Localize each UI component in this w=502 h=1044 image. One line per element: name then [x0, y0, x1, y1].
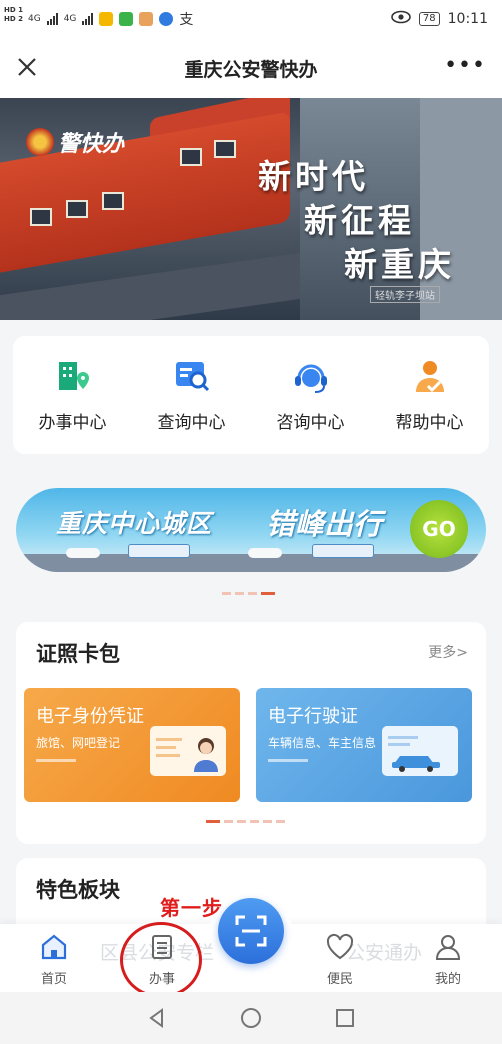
network-label-2: 4G [63, 14, 77, 24]
clock: 10:11 [447, 11, 488, 27]
battery-indicator: 78 [418, 12, 440, 26]
promo-pagination [222, 592, 275, 595]
status-left: 4G 4G 支 [28, 9, 193, 29]
hd-indicator: HD 1 HD 2 [4, 6, 23, 23]
card-title: 电子身份凭证 [36, 706, 144, 727]
card-title: 电子行驶证 [268, 706, 358, 727]
scan-button[interactable] [218, 898, 284, 964]
e-driving-license-card[interactable]: 电子行驶证 车辆信息、车主信息 [256, 688, 472, 802]
promo-text-highlight: 错峰出行 [266, 507, 383, 541]
train-window [66, 200, 88, 218]
card-divider [268, 759, 308, 762]
nav-label: 我的 [434, 972, 461, 987]
vehicle-license-icon [382, 726, 458, 776]
quick-menu: 办事中心 查询中心 咨询中心 帮助中心 [13, 336, 489, 454]
chat-app-icon [119, 12, 134, 26]
building-location-icon [58, 362, 89, 390]
headset-icon [294, 364, 327, 393]
quick-item-service-center[interactable]: 办事中心 [13, 336, 132, 454]
slogan-line: 新重庆 [344, 245, 455, 284]
banner-caption: 轻轨李子坝站 [370, 286, 440, 303]
card-divider [36, 759, 76, 762]
e-id-card[interactable]: 电子身份凭证 旅馆、网吧登记 [24, 688, 240, 802]
train-window [102, 192, 124, 210]
system-nav-bar [0, 992, 502, 1044]
notification-app-icon [99, 12, 114, 26]
train-window [30, 208, 52, 226]
nav-label: 首页 [40, 972, 67, 987]
annotation-circle [120, 922, 202, 998]
promo-text: 重庆中心城区 [56, 509, 213, 538]
quick-item-query-center[interactable]: 查询中心 [132, 336, 251, 454]
section-title: 证照卡包 [36, 642, 120, 666]
quick-item-label: 查询中心 [157, 413, 226, 433]
back-icon[interactable] [146, 1007, 168, 1029]
heart-icon [326, 933, 354, 960]
wallet-pagination [206, 820, 285, 823]
quick-item-help-center[interactable]: 帮助中心 [370, 336, 489, 454]
user-icon [435, 935, 461, 960]
more-link[interactable]: 更多> [428, 642, 468, 662]
nav-item-profile[interactable]: 我的 [418, 932, 478, 987]
signal-icon [46, 13, 58, 25]
help-person-icon [415, 361, 444, 393]
card-wallet-section: 证照卡包 更多> 电子身份凭证 旅馆、网吧登记 电子行驶证 车辆信息、车主信息 [16, 622, 486, 844]
alipay-icon: 支 [179, 12, 194, 28]
scan-icon [235, 915, 267, 947]
app-logo: 警快办 [26, 126, 124, 158]
bottom-nav: 区县公安专栏 公安通办 首页 办事 便民 我的 [0, 890, 502, 992]
quick-item-label: 办事中心 [38, 413, 107, 433]
recents-icon[interactable] [334, 1007, 356, 1029]
nav-item-home[interactable]: 首页 [24, 932, 84, 987]
quick-item-consult-center[interactable]: 咨询中心 [251, 336, 370, 454]
promo-banner[interactable]: 重庆中心城区 错峰出行 GO [16, 488, 486, 572]
nav-label: 便民 [326, 972, 353, 987]
eye-icon [391, 10, 411, 28]
network-label-1: 4G [28, 14, 41, 24]
slogan-line: 新征程 [304, 201, 415, 240]
car-icon [66, 548, 100, 558]
browser-app-icon [159, 12, 174, 26]
train-window [180, 148, 202, 166]
game-app-icon [139, 12, 154, 26]
hero-banner[interactable]: 警快办 新时代 新征程 新重庆 轻轨李子坝站 [0, 98, 502, 320]
id-portrait-icon [150, 726, 226, 776]
quick-item-label: 帮助中心 [395, 413, 464, 433]
nav-item-convenience[interactable]: 便民 [310, 932, 370, 987]
status-bar: HD 1 HD 2 4G 4G 支 78 10:11 [0, 0, 502, 38]
police-badge-icon [26, 128, 54, 156]
annotation-step-label: 第一步 [160, 896, 223, 920]
home-circle-icon[interactable] [239, 1006, 263, 1030]
go-button[interactable]: GO [410, 500, 468, 558]
status-right: 78 10:11 [391, 10, 488, 28]
more-options-icon[interactable]: ••• [444, 55, 486, 77]
page-title: 重庆公安警快办 [184, 58, 318, 81]
home-icon [41, 934, 67, 960]
quick-item-label: 咨询中心 [276, 413, 345, 433]
signal-icon-2 [82, 13, 94, 25]
car-icon [248, 548, 282, 558]
close-icon[interactable] [14, 54, 40, 80]
title-bar: 重庆公安警快办 ••• [0, 38, 502, 98]
slogan-line: 新时代 [258, 157, 369, 196]
train-window [214, 140, 236, 158]
bus-icon [312, 544, 374, 558]
section-title: 特色板块 [36, 878, 120, 902]
search-document-icon [175, 362, 209, 392]
bus-icon [128, 544, 190, 558]
